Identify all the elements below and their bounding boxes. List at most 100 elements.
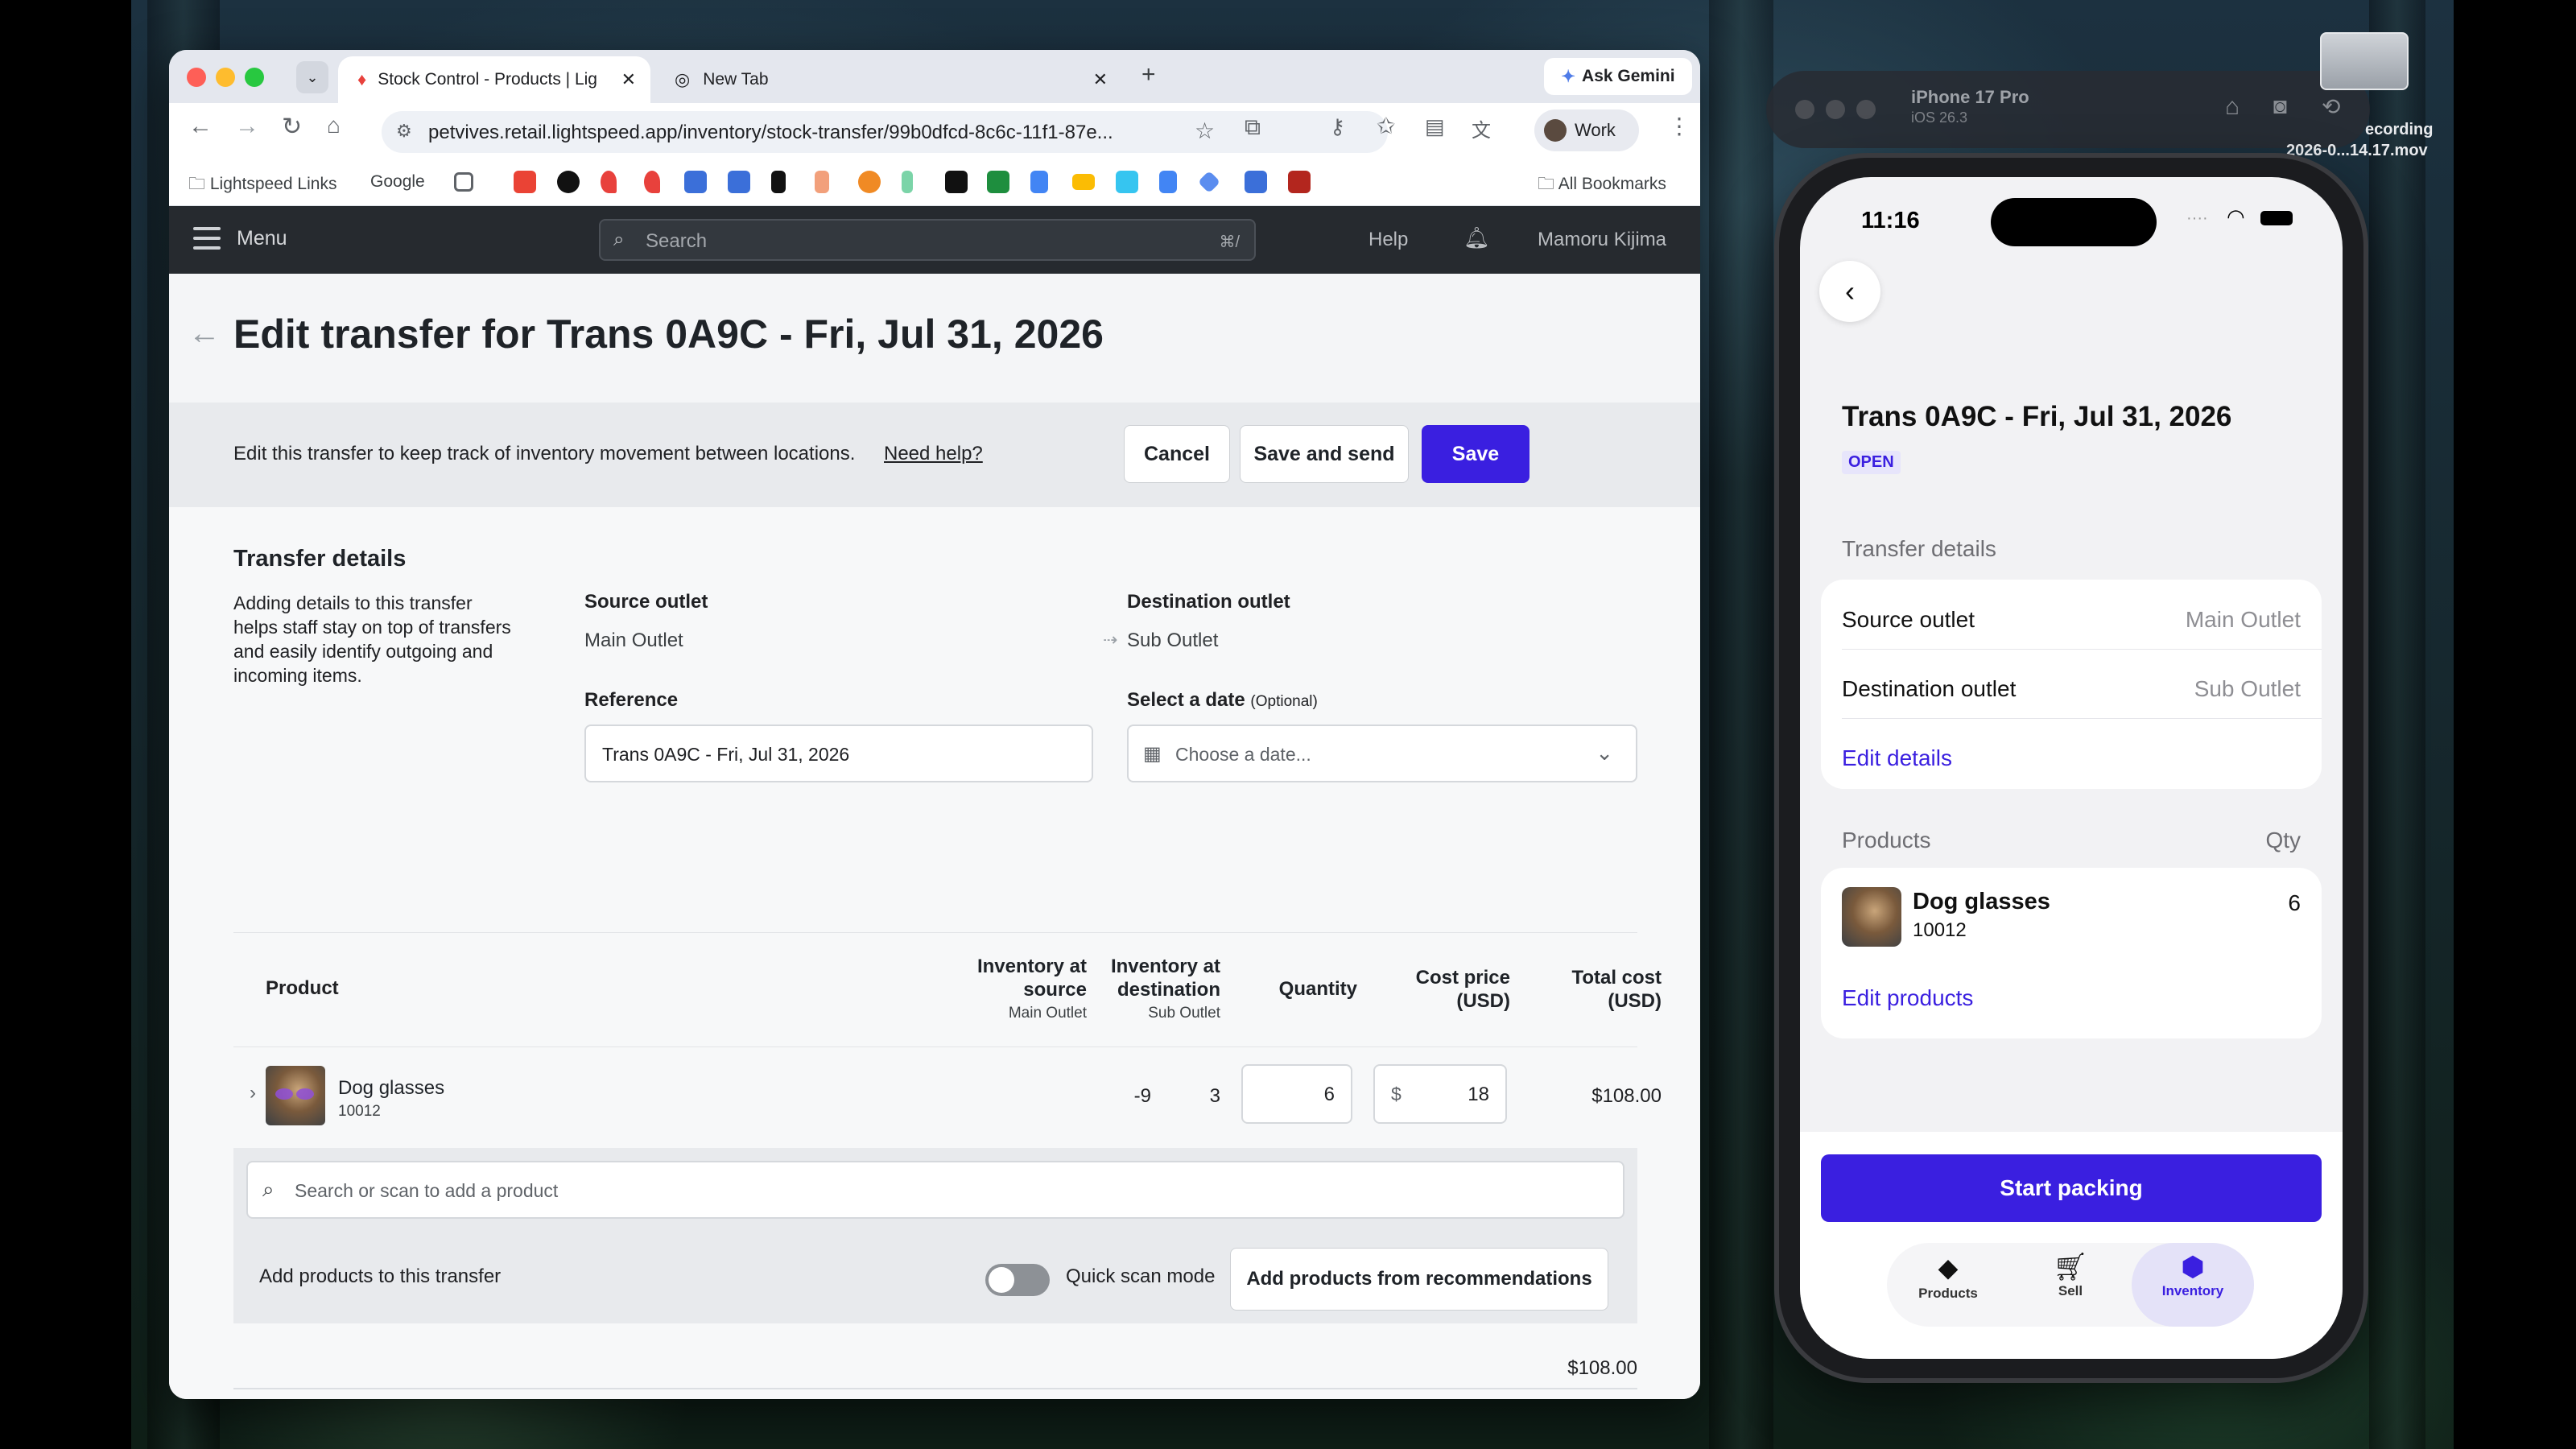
- quick-scan-label: Quick scan mode: [1066, 1265, 1216, 1287]
- phone-destination-value: Sub Outlet: [2194, 676, 2301, 701]
- address-bar[interactable]: ⚙ petvives.retail.lightspeed.app/invento…: [382, 111, 1388, 153]
- save-button[interactable]: Save: [1422, 425, 1530, 483]
- forward-arrow-icon[interactable]: →: [235, 113, 259, 140]
- edit-products-link[interactable]: Edit products: [1842, 985, 1973, 1011]
- calendar-icon: ▦: [1143, 743, 1162, 765]
- bookmark-icon[interactable]: [1288, 171, 1311, 193]
- bookmark-star-icon[interactable]: ☆: [1195, 118, 1215, 144]
- divider: [233, 1046, 1637, 1047]
- search-input[interactable]: ⌕ Search ⌘/: [599, 219, 1256, 261]
- tab-new-tab[interactable]: ◎ New Tab ✕: [660, 56, 1127, 103]
- bookmark-icon[interactable]: [815, 171, 829, 193]
- site-settings-icon[interactable]: ⚙: [396, 121, 412, 142]
- wifi-icon: ◠: [2227, 204, 2245, 229]
- tab-sell[interactable]: 🛒︎ Sell: [2009, 1243, 2132, 1327]
- screenshot-camera-icon[interactable]: ◙: [2273, 93, 2287, 119]
- bookmark-icon[interactable]: [684, 171, 707, 193]
- close-window-button[interactable]: [1795, 100, 1814, 119]
- browser-window: ⌄ ♦ Stock Control - Products | Lig ✕ ◎ N…: [169, 50, 1700, 1399]
- tab-products[interactable]: ⬥ Products: [1887, 1243, 2009, 1327]
- reference-input[interactable]: Trans 0A9C - Fri, Jul 31, 2026: [584, 724, 1093, 782]
- avatar: [1544, 119, 1567, 142]
- globe-icon: ◎: [675, 69, 691, 89]
- source-outlet-value: Main Outlet: [584, 630, 683, 651]
- slides-icon[interactable]: [1072, 174, 1095, 190]
- bookmark-lightspeed-links[interactable]: 🗀 Lightspeed Links: [188, 172, 336, 200]
- extensions-icon[interactable]: ⧉: [1245, 114, 1261, 141]
- row-total-cost: $108.00: [1591, 1085, 1662, 1107]
- page-title: Edit transfer for Trans 0A9C - Fri, Jul …: [233, 312, 1104, 357]
- back-arrow-icon[interactable]: ←: [188, 316, 221, 352]
- back-chevron-icon[interactable]: ‹: [1819, 261, 1880, 322]
- table-row: › Dog glasses 10012 -9 3 6 $ 18 $108.00: [233, 1048, 1662, 1145]
- need-help-link[interactable]: Need help?: [884, 443, 983, 465]
- lightspeed-icon[interactable]: [644, 171, 660, 193]
- lightspeed-icon[interactable]: [601, 171, 617, 193]
- gemini-icon[interactable]: [1197, 170, 1221, 194]
- docs-icon[interactable]: [1030, 171, 1048, 193]
- edit-details-link[interactable]: Edit details: [1842, 745, 1952, 771]
- bookmark-icon[interactable]: [728, 171, 750, 193]
- gmail-icon[interactable]: [514, 171, 536, 193]
- more-menu-icon[interactable]: ⋮: [1668, 113, 1690, 139]
- quantity-input[interactable]: 6: [1241, 1064, 1352, 1124]
- docs-icon[interactable]: [1159, 171, 1177, 193]
- user-menu[interactable]: Mamoru Kijima: [1538, 229, 1666, 251]
- date-select[interactable]: ▦ Choose a date... ⌄: [1127, 724, 1637, 782]
- password-key-icon[interactable]: ⚷: [1330, 114, 1345, 139]
- bookmark-icon[interactable]: [987, 171, 1009, 193]
- all-bookmarks[interactable]: 🗀 All Bookmarks: [1538, 172, 1666, 200]
- recording-file-icon[interactable]: [2320, 32, 2409, 90]
- bookmark-icon[interactable]: [902, 171, 913, 193]
- close-tab-icon[interactable]: ✕: [1093, 69, 1108, 90]
- bookmark-icon[interactable]: [945, 171, 968, 193]
- save-and-send-button[interactable]: Save and send: [1240, 425, 1409, 483]
- cancel-button[interactable]: Cancel: [1124, 425, 1230, 483]
- divider: [233, 932, 1637, 933]
- tab-stock-control[interactable]: ♦ Stock Control - Products | Lig ✕: [338, 56, 650, 103]
- reading-list-icon[interactable]: ▤: [1425, 114, 1445, 139]
- start-packing-button[interactable]: Start packing: [1821, 1154, 2322, 1222]
- zoom-window-button[interactable]: [1856, 100, 1876, 119]
- back-arrow-icon[interactable]: ←: [188, 113, 213, 140]
- bookmark-icon[interactable]: [557, 171, 580, 193]
- os-version: iOS 26.3: [1911, 109, 1968, 126]
- bookmark-icon[interactable]: [858, 171, 881, 193]
- home-icon[interactable]: ⌂: [2225, 93, 2240, 121]
- translate-icon[interactable]: 文: [1472, 114, 1491, 142]
- close-tab-icon[interactable]: ✕: [621, 69, 636, 90]
- tab-inventory[interactable]: ⬢ Inventory: [2132, 1243, 2254, 1327]
- apps-grid-icon[interactable]: [454, 172, 473, 192]
- product-search-input[interactable]: ⌕ Search or scan to add a product: [246, 1161, 1624, 1219]
- minimize-window-button[interactable]: [216, 68, 235, 87]
- form-area: Transfer details Adding details to this …: [169, 507, 1700, 1399]
- ask-gemini-button[interactable]: ✦ Ask Gemini: [1544, 58, 1692, 95]
- bookmark-icon[interactable]: [771, 171, 786, 193]
- product-name[interactable]: Dog glasses: [338, 1077, 444, 1100]
- menu-label[interactable]: Menu: [237, 227, 287, 250]
- currency-symbol: $: [1391, 1084, 1402, 1104]
- slack-icon[interactable]: [1116, 171, 1138, 193]
- bookmark-google[interactable]: Google: [370, 172, 425, 192]
- new-tab-button[interactable]: +: [1141, 61, 1156, 89]
- close-window-button[interactable]: [187, 68, 206, 87]
- home-icon[interactable]: ⌂: [327, 113, 341, 138]
- cost-price-input[interactable]: $ 18: [1373, 1064, 1507, 1124]
- search-icon: ⌕: [262, 1177, 275, 1201]
- favorites-icon[interactable]: ✩: [1377, 113, 1395, 139]
- help-link[interactable]: Help: [1368, 229, 1408, 251]
- phone-product-name: Dog glasses: [1913, 889, 2050, 914]
- zoom-window-button[interactable]: [245, 68, 264, 87]
- minimize-window-button[interactable]: [1826, 100, 1845, 119]
- bell-icon[interactable]: 🔔︎: [1463, 225, 1490, 250]
- profile-button[interactable]: Work: [1534, 109, 1639, 151]
- tab-list-chevron-icon[interactable]: ⌄: [296, 61, 328, 93]
- menu-hamburger-icon[interactable]: [193, 227, 221, 251]
- reload-icon[interactable]: ↻: [282, 113, 302, 141]
- expand-row-chevron-icon[interactable]: ›: [250, 1082, 256, 1104]
- add-recommendations-button[interactable]: Add products from recommendations: [1230, 1248, 1608, 1311]
- search-icon: ⌕: [613, 229, 625, 250]
- quick-scan-toggle[interactable]: [985, 1264, 1050, 1296]
- rotate-icon[interactable]: ⟲: [2322, 93, 2340, 120]
- bookmark-icon[interactable]: [1245, 171, 1267, 193]
